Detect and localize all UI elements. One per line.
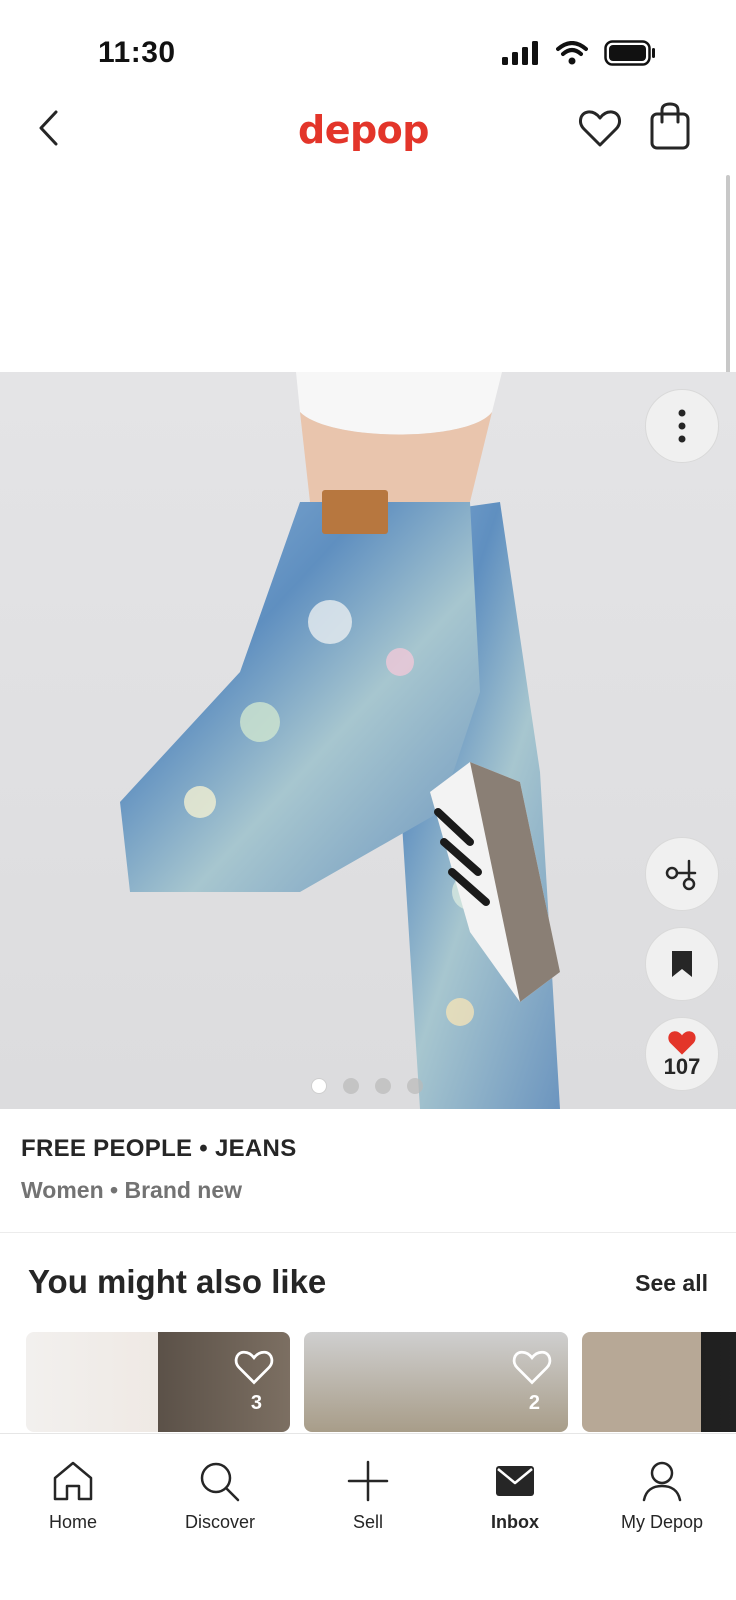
brand-category[interactable]: FREE PEOPLE • JEANS <box>21 1135 297 1163</box>
heart-filled-icon <box>668 1031 696 1055</box>
wifi-icon <box>556 41 588 70</box>
recommended-like-count: 3 <box>250 1392 262 1414</box>
status-icons <box>502 40 656 71</box>
favorites-button[interactable] <box>576 104 624 152</box>
chevron-left-icon <box>39 110 58 146</box>
like-button[interactable]: 107 <box>645 1017 719 1091</box>
search-icon <box>200 1462 240 1502</box>
status-time: 11:30 <box>98 36 176 69</box>
tab-label: Home <box>48 1512 97 1532</box>
product-meta: Women • Brand new <box>21 1177 243 1203</box>
more-options-button[interactable] <box>645 389 719 463</box>
home-icon <box>53 1461 93 1501</box>
bottom-tab-bar: Home Discover Sell Inbox My Depop <box>0 1433 736 1600</box>
more-vertical-icon <box>678 409 686 443</box>
like-count: 107 <box>663 1054 701 1079</box>
section-divider <box>0 1232 736 1233</box>
bag-button[interactable] <box>648 102 692 152</box>
status-bar: 11:30 <box>0 0 736 100</box>
signal-icon <box>502 41 540 70</box>
pagination-dot[interactable] <box>311 1078 327 1094</box>
person-icon <box>642 1461 682 1502</box>
product-photo-jeans <box>120 372 560 1109</box>
depop-logo[interactable]: depop <box>298 108 429 152</box>
tab-inbox[interactable]: Inbox <box>445 1460 585 1533</box>
heart-outline-icon[interactable] <box>510 1346 554 1386</box>
recommendations-title: You might also like <box>28 1263 327 1300</box>
pagination-dot[interactable] <box>375 1078 391 1094</box>
share-button[interactable] <box>645 837 719 911</box>
recommended-item[interactable]: 2 <box>304 1332 568 1432</box>
pagination-dot[interactable] <box>407 1078 423 1094</box>
shopping-bag-icon <box>650 102 690 150</box>
tab-home[interactable]: Home <box>3 1460 143 1533</box>
product-image[interactable] <box>0 372 736 1109</box>
share-icon <box>665 859 697 891</box>
recommendations-row: 3 2 <box>26 1332 736 1432</box>
tab-discover[interactable]: Discover <box>150 1460 290 1533</box>
heart-outline-icon <box>579 110 621 147</box>
mail-icon <box>496 1466 534 1496</box>
recommended-item[interactable]: 3 <box>26 1332 290 1432</box>
tab-label: Discover <box>184 1512 255 1532</box>
tab-label: Inbox <box>491 1512 539 1532</box>
battery-icon <box>604 40 656 71</box>
recommended-item[interactable] <box>582 1332 736 1432</box>
product-info: FREE PEOPLE • JEANS Women • Brand new <box>21 1135 297 1204</box>
tab-sell[interactable]: Sell <box>298 1460 438 1533</box>
pagination-dot[interactable] <box>343 1078 359 1094</box>
back-button[interactable] <box>28 106 68 150</box>
plus-icon <box>347 1460 389 1502</box>
save-button[interactable] <box>645 927 719 1001</box>
image-pagination <box>311 1078 423 1094</box>
recommended-like-count: 2 <box>528 1392 540 1414</box>
top-nav: depop <box>0 100 736 170</box>
see-all-link[interactable]: See all <box>635 1270 708 1297</box>
bookmark-icon <box>672 951 692 977</box>
tab-label: My Depop <box>620 1512 704 1532</box>
tab-my-depop[interactable]: My Depop <box>592 1460 732 1533</box>
tab-label: Sell <box>352 1512 383 1532</box>
heart-outline-icon[interactable] <box>232 1346 276 1386</box>
